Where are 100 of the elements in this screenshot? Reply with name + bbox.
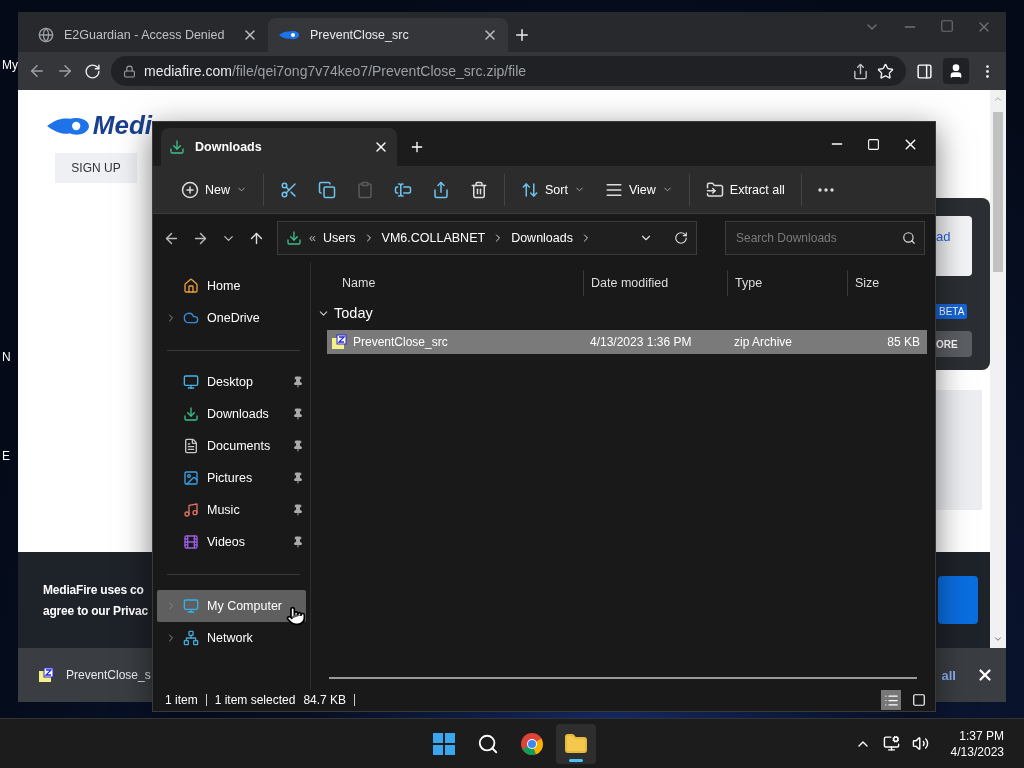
column-header[interactable]: Name: [327, 270, 583, 296]
breadcrumb-overflow[interactable]: «: [309, 231, 316, 245]
lock-icon: [123, 64, 136, 78]
folder-icon: [564, 731, 588, 756]
pin-icon: [292, 440, 304, 452]
more-button[interactable]: ORE: [936, 331, 972, 357]
desktop-icon-label: My: [2, 58, 18, 72]
sign-up-button[interactable]: SIGN UP: [55, 153, 137, 183]
nav-item[interactable]: Desktop: [157, 366, 306, 398]
scroll-down-icon: [993, 634, 1003, 644]
nav-item[interactable]: OneDrive: [157, 302, 306, 334]
plus-icon: [409, 139, 425, 155]
zip-file-icon: [331, 334, 347, 350]
side-panel-icon[interactable]: [916, 62, 933, 80]
search-icon: [902, 231, 916, 245]
back-icon[interactable]: [28, 62, 46, 80]
url-text: mediafire.com/file/qei7ong7v74keo7/PreventClose_src.zip/file: [144, 63, 527, 79]
desktop-icon-label: E: [2, 449, 10, 463]
document-icon: [183, 438, 199, 454]
status-text: 1 item selected: [214, 693, 296, 707]
volume-icon[interactable]: [911, 735, 929, 752]
square-icon: [912, 693, 926, 707]
view-button[interactable]: View: [600, 174, 677, 205]
extract-all-button[interactable]: Extract all: [701, 174, 789, 205]
cookie-text: agree to our Privac: [43, 603, 148, 618]
nav-item[interactable]: Network: [157, 622, 306, 654]
zip-file-icon: [38, 667, 54, 683]
paste-icon: [356, 180, 374, 199]
pin-icon: [292, 536, 304, 548]
nav-item[interactable]: My Computer: [157, 590, 306, 622]
taskbar-app-button[interactable]: [556, 723, 596, 764]
cookie-text: MediaFire uses co: [43, 582, 145, 597]
scrollbar[interactable]: [990, 90, 1006, 648]
computer-icon: [183, 598, 199, 614]
nav-item[interactable]: Music: [157, 494, 306, 526]
network-icon: [183, 630, 199, 646]
column-header[interactable]: Size: [847, 270, 923, 296]
status-text: 1 item: [165, 693, 198, 707]
nav-item[interactable]: Home: [157, 270, 306, 302]
sort-icon: [521, 180, 539, 199]
breadcrumb-item[interactable]: Users: [322, 231, 356, 245]
desktop-icon-label: N: [2, 350, 11, 364]
logo-text: Medi: [92, 110, 152, 141]
pin-icon: [292, 376, 304, 388]
explorer-tab[interactable]: Downloads: [161, 128, 397, 166]
scrollbar-thumb[interactable]: [993, 112, 1003, 272]
windows-logo-icon: [433, 732, 455, 755]
person-icon: [948, 63, 964, 79]
refresh-icon[interactable]: [674, 231, 688, 245]
download-icon: [183, 406, 199, 422]
nav-item[interactable]: Videos: [157, 526, 306, 558]
nav-item[interactable]: Downloads: [157, 398, 306, 430]
download-icon: [169, 139, 185, 155]
forward-icon[interactable]: [56, 62, 74, 80]
flame-icon: [278, 30, 300, 40]
network-status-icon[interactable]: [882, 735, 900, 752]
reload-icon[interactable]: [84, 62, 101, 80]
new-button[interactable]: New: [177, 174, 251, 205]
hand-cursor-icon: [286, 606, 306, 626]
chrome-logo-icon: [520, 731, 544, 756]
picture-icon: [183, 470, 199, 486]
download-icon: [286, 230, 302, 246]
file-row[interactable]: PreventClose_src 4/13/2023 1:36 PM zip Archive 85 KB: [327, 330, 927, 354]
sort-button[interactable]: Sort: [517, 174, 589, 205]
share-icon[interactable]: [852, 62, 869, 80]
browser-tab[interactable]: E2Guardian - Access Denied: [28, 18, 268, 52]
browser-tab[interactable]: PreventClose_src: [268, 18, 508, 52]
download-file-name[interactable]: PreventClose_s: [66, 668, 151, 682]
nav-item[interactable]: Documents: [157, 430, 306, 462]
share-icon: [432, 180, 450, 199]
column-header[interactable]: Type: [727, 270, 847, 296]
list-icon: [883, 692, 899, 708]
cloud-icon: [183, 310, 199, 326]
horizontal-scrollbar[interactable]: [329, 677, 917, 679]
globe-icon: [38, 27, 54, 43]
video-icon: [183, 534, 199, 550]
details-view-button[interactable]: [881, 690, 901, 710]
desktop-icon: [183, 374, 199, 390]
bookmark-star-icon[interactable]: [877, 62, 894, 80]
delete-icon: [470, 180, 488, 199]
close-icon[interactable]: [976, 666, 994, 684]
breadcrumb-bar[interactable]: « Users VM6.COLLABNET Downloads: [277, 221, 697, 255]
nav-item[interactable]: Pictures: [157, 462, 306, 494]
profile-button[interactable]: [943, 58, 969, 84]
plus-icon: [513, 26, 531, 44]
search-input[interactable]: Search Downloads: [734, 230, 902, 246]
scroll-up-icon: [993, 94, 1003, 104]
group-header[interactable]: Today: [317, 296, 927, 330]
copy-icon: [318, 180, 336, 199]
rename-icon: [394, 180, 412, 199]
show-all-link[interactable]: all: [941, 667, 956, 683]
extract-folder-icon: [705, 180, 724, 199]
breadcrumb-item[interactable]: Downloads: [511, 231, 573, 245]
breadcrumb-item[interactable]: VM6.COLLABNET: [381, 231, 486, 245]
address-bar[interactable]: mediafire.com/file/qei7ong7v74keo7/PreventClose_src.zip/file: [111, 56, 906, 86]
column-header[interactable]: Date modified: [583, 270, 727, 296]
clock[interactable]: 1:37 PM 4/13/2023: [950, 728, 1004, 759]
side-button[interactable]: ad: [936, 216, 972, 276]
beta-badge: BETA: [936, 304, 968, 319]
search-field[interactable]: Search Downloads: [725, 221, 925, 255]
